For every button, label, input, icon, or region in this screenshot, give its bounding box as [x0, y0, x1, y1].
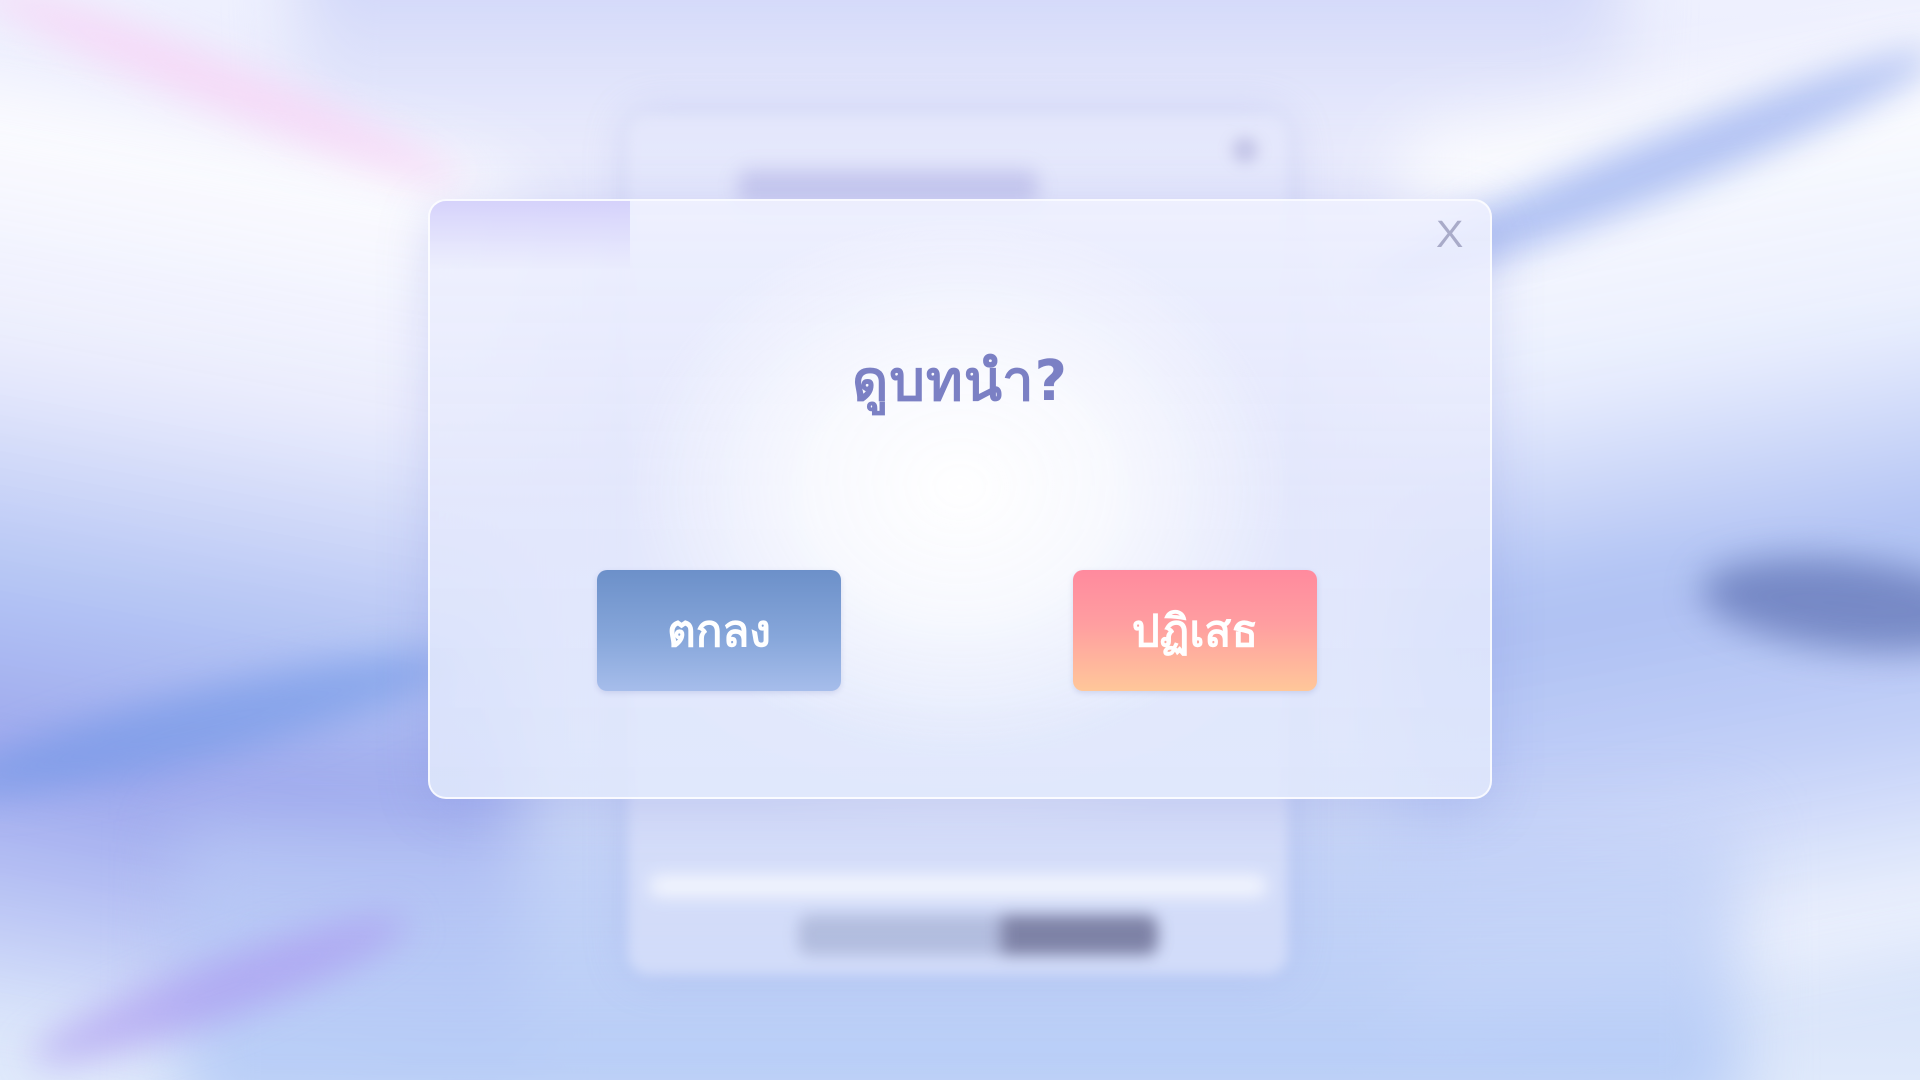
- dialog-title: ดูบทนำ?: [851, 349, 1069, 414]
- background-dialog-close-icon: [1232, 137, 1258, 163]
- close-button[interactable]: X: [1430, 215, 1470, 255]
- confirm-button[interactable]: ตกลง: [597, 570, 841, 691]
- background-dialog-bar: [650, 875, 1266, 897]
- decline-button-label: ปฏิเสธ: [1131, 605, 1259, 657]
- background-dialog-footer: [798, 915, 1158, 955]
- decline-button[interactable]: ปฏิเสธ: [1073, 570, 1317, 691]
- confirm-button-label: ตกลง: [667, 605, 771, 657]
- close-icon: X: [1436, 214, 1464, 256]
- intro-prompt-dialog: X ดูบทนำ? ตกลง ปฏิเสธ: [428, 199, 1492, 799]
- dialog-corner-glow: [430, 201, 630, 271]
